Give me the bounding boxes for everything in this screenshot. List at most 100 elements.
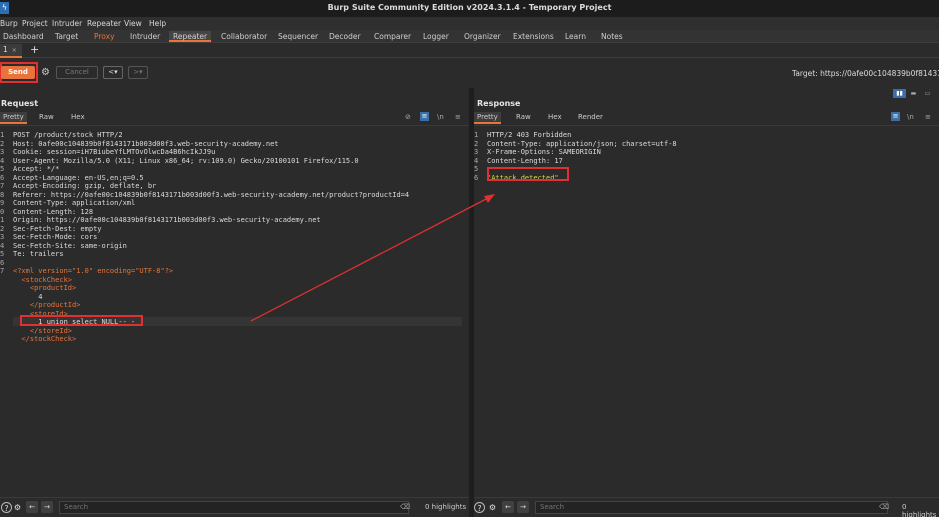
search-next-button[interactable]: → xyxy=(41,501,53,513)
menu-view[interactable]: View xyxy=(124,19,142,28)
tab-repeater[interactable]: Repeater xyxy=(169,31,212,42)
tool-tabs: Dashboard Target Proxy Intruder Repeater… xyxy=(0,30,939,43)
tab-decoder[interactable]: Decoder xyxy=(329,31,361,42)
history-back-button[interactable]: <▾ xyxy=(103,66,123,79)
line-number: 2 xyxy=(0,224,5,233)
tab-target[interactable]: Target xyxy=(55,31,78,42)
gear-icon[interactable]: ⚙ xyxy=(487,502,498,513)
clear-search-icon[interactable]: ⌫ xyxy=(400,503,410,511)
tab-organizer[interactable]: Organizer xyxy=(464,31,501,42)
tab-collaborator[interactable]: Collaborator xyxy=(221,31,267,42)
response-tab-pretty[interactable]: Pretty xyxy=(474,112,501,124)
menu-burp[interactable]: Burp xyxy=(0,19,18,28)
menu-help[interactable]: Help xyxy=(149,19,166,28)
tab-intruder[interactable]: Intruder xyxy=(130,31,160,42)
request-tab-pretty[interactable]: Pretty xyxy=(0,112,27,124)
line-number: 1 xyxy=(0,131,5,139)
code-text: POST /product/stock HTTP/2 xyxy=(13,131,123,139)
highlights-count: 0 highlights xyxy=(425,503,467,511)
help-icon[interactable]: ? xyxy=(1,502,12,513)
window-title: Burp Suite Community Edition v2024.3.1.4… xyxy=(327,3,612,12)
response-search-bar: ? ⚙ ← → ⌫ 0 highlights xyxy=(474,497,939,517)
tab-extensions[interactable]: Extensions xyxy=(513,31,554,42)
history-forward-button[interactable]: >▾ xyxy=(128,66,148,79)
tab-notes[interactable]: Notes xyxy=(601,31,623,42)
pretty-print-icon[interactable]: ≡ xyxy=(891,112,900,121)
code-text: Cookie: session=iH7BiubeYfLMTOvOlwcDa4B6… xyxy=(13,148,216,156)
code-text: Te: trailers xyxy=(13,250,64,258)
request-tab-hex[interactable]: Hex xyxy=(71,112,85,124)
request-editor[interactable]: 1 POST /product/stock HTTP/2 2 Host: 0afe00… xyxy=(0,125,469,497)
code-text: HTTP/2 403 Forbidden xyxy=(487,131,572,139)
layout-tabs-icon[interactable]: ▭ xyxy=(921,89,934,98)
response-tab-hex[interactable]: Hex xyxy=(548,112,562,124)
menu-project[interactable]: Project xyxy=(22,19,48,28)
request-search-field[interactable] xyxy=(59,501,409,514)
repeater-tab-1[interactable]: 1 × xyxy=(0,44,22,58)
line-number: 3 xyxy=(0,148,5,156)
line-number: 2 xyxy=(474,139,479,148)
search-next-button[interactable]: → xyxy=(517,501,529,513)
newline-icon[interactable]: \n xyxy=(907,113,914,121)
add-tab-button[interactable]: + xyxy=(30,44,39,56)
line-number: 8 xyxy=(0,190,5,199)
code-text: Host: 0afe00c104839b0f8143171b003d00f3.w… xyxy=(13,139,279,148)
line-number: 3 xyxy=(474,148,479,156)
close-icon[interactable]: × xyxy=(12,47,17,54)
clear-search-icon[interactable]: ⌫ xyxy=(879,503,889,511)
target-label[interactable]: Target: https://0afe00c104839b0f8143171b… xyxy=(792,69,939,78)
title-bar: ϟ Burp Suite Community Edition v2024.3.1… xyxy=(0,0,939,17)
response-search-field[interactable] xyxy=(535,501,888,514)
code-text: 4 xyxy=(13,292,43,301)
search-input[interactable] xyxy=(64,503,264,511)
response-tab-render[interactable]: Render xyxy=(578,112,603,124)
cancel-button[interactable]: Cancel xyxy=(56,66,98,79)
menu-intruder[interactable]: Intruder xyxy=(52,19,82,28)
line-number: 5 xyxy=(0,165,5,173)
line-number: 1 xyxy=(0,216,5,224)
hide-nonprintable-icon[interactable]: ⊘ xyxy=(405,113,411,121)
line-number: 5 xyxy=(474,165,479,173)
tab-dashboard[interactable]: Dashboard xyxy=(3,31,44,42)
menu-icon[interactable]: ≡ xyxy=(455,113,461,121)
code-text: </stockCheck> xyxy=(13,335,77,343)
code-text: User-Agent: Mozilla/5.0 (X11; Linux x86_… xyxy=(13,156,359,165)
code-text: Content-Length: 17 xyxy=(487,156,563,165)
response-tab-raw[interactable]: Raw xyxy=(516,112,531,124)
gear-icon[interactable]: ⚙ xyxy=(40,67,51,78)
request-tab-raw[interactable]: Raw xyxy=(39,112,54,124)
annotation-highlight-box xyxy=(487,167,569,181)
response-editor[interactable]: 1 HTTP/2 403 Forbidden 2 Content-Type: appl… xyxy=(474,125,939,497)
newline-icon[interactable]: \n xyxy=(437,113,444,121)
code-text: Origin: https://0afe00c104839b0f8143171b… xyxy=(13,216,321,224)
layout-stacked-icon[interactable]: ▬ xyxy=(907,89,920,98)
repeater-toolbar: Send ⚙ Cancel <▾ >▾ Target: https://0afe… xyxy=(0,58,939,88)
menu-icon[interactable]: ≡ xyxy=(925,113,931,121)
line-number: 4 xyxy=(474,156,479,165)
code-text: Content-Length: 128 xyxy=(13,207,94,216)
annotation-highlight-box xyxy=(20,315,143,326)
tab-sequencer[interactable]: Sequencer xyxy=(278,31,318,42)
pretty-print-icon[interactable]: ≡ xyxy=(420,112,429,121)
gear-icon[interactable]: ⚙ xyxy=(12,502,23,513)
send-button[interactable]: Send xyxy=(1,66,35,79)
code-text: Sec-Fetch-Mode: cors xyxy=(13,233,98,241)
line-number: 4 xyxy=(0,241,5,250)
tab-comparer[interactable]: Comparer xyxy=(374,31,411,42)
search-previous-button[interactable]: ← xyxy=(502,501,514,513)
help-icon[interactable]: ? xyxy=(474,502,485,513)
search-previous-button[interactable]: ← xyxy=(26,501,38,513)
line-number: 7 xyxy=(0,182,5,190)
tab-logger[interactable]: Logger xyxy=(423,31,449,42)
line-number: 2 xyxy=(0,139,5,148)
highlights-count: 0 highlights xyxy=(902,503,937,517)
tab-proxy[interactable]: Proxy xyxy=(94,31,115,42)
line-number: 6 xyxy=(0,258,5,267)
search-input[interactable] xyxy=(540,503,740,511)
menu-repeater[interactable]: Repeater xyxy=(87,19,121,28)
tab-learn[interactable]: Learn xyxy=(565,31,586,42)
layout-side-by-side-icon[interactable]: ▮▮ xyxy=(893,89,906,98)
code-text: Accept-Language: en-US,en;q=0.5 xyxy=(13,173,144,182)
code-text: <stockCheck> xyxy=(13,275,73,284)
line-number: 3 xyxy=(0,233,5,241)
